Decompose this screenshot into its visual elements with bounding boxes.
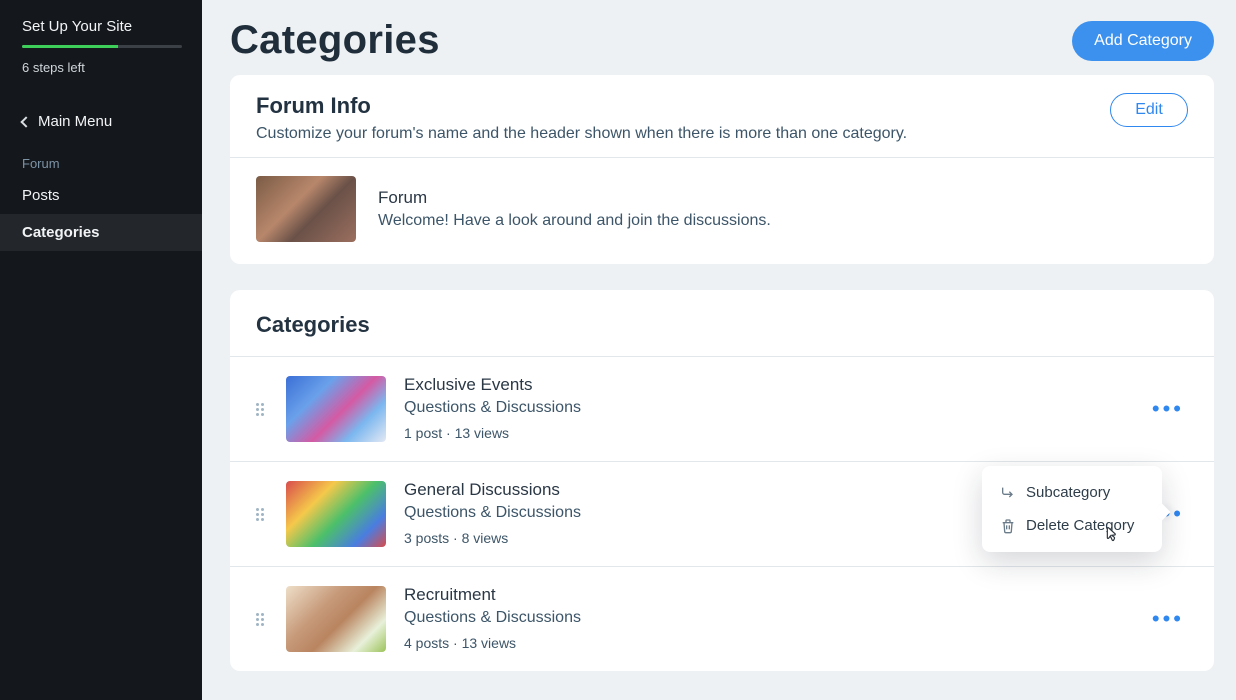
category-meta: 3 posts · 8 views	[404, 530, 508, 546]
categories-card: Categories Exclusive Events Questions & …	[230, 290, 1214, 671]
forum-info-sub: Customize your forum's name and the head…	[256, 125, 907, 143]
categories-list-head: Categories	[230, 290, 1214, 357]
trash-icon	[1000, 518, 1016, 534]
more-options-button[interactable]: •••	[1148, 600, 1188, 638]
category-meta: 4 posts · 13 views	[404, 635, 516, 651]
category-thumbnail	[286, 376, 386, 442]
category-row: General Discussions Questions & Discussi…	[230, 462, 1214, 567]
subcategory-arrow-icon	[1000, 485, 1016, 501]
edit-forum-info-button[interactable]: Edit	[1110, 93, 1188, 127]
forum-info-card: Forum Info Customize your forum's name a…	[230, 75, 1214, 264]
category-thumbnail	[286, 586, 386, 652]
main-content: Categories Add Category Forum Info Custo…	[202, 0, 1236, 700]
menu-item-label: Delete Category	[1026, 517, 1134, 534]
category-subtitle: Questions & Discussions	[404, 609, 1130, 627]
setup-progress	[22, 45, 182, 48]
setup-block: Set Up Your Site 6 steps left	[0, 18, 202, 91]
back-label: Main Menu	[38, 113, 112, 130]
categories-heading: Categories	[256, 312, 1188, 338]
menu-item-subcategory[interactable]: Subcategory	[988, 476, 1156, 509]
forum-thumbnail	[256, 176, 356, 242]
sidebar-item-categories[interactable]: Categories	[0, 214, 202, 251]
category-thumbnail	[286, 481, 386, 547]
category-subtitle: Questions & Discussions	[404, 399, 1130, 417]
setup-progress-fill	[22, 45, 118, 48]
setup-title[interactable]: Set Up Your Site	[22, 18, 182, 35]
page-title: Categories	[230, 18, 440, 63]
menu-item-label: Subcategory	[1026, 484, 1110, 501]
menu-item-delete-category[interactable]: Delete Category	[988, 509, 1156, 542]
drag-handle-icon[interactable]	[256, 400, 266, 418]
category-title[interactable]: Recruitment	[404, 585, 1130, 605]
page-header: Categories Add Category	[230, 18, 1214, 75]
category-row: Exclusive Events Questions & Discussions…	[230, 357, 1214, 462]
back-to-main-menu[interactable]: Main Menu	[0, 91, 202, 146]
more-options-button[interactable]: •••	[1148, 390, 1188, 428]
sidebar: Set Up Your Site 6 steps left Main Menu …	[0, 0, 202, 700]
forum-info-heading: Forum Info	[256, 93, 907, 119]
add-category-button[interactable]: Add Category	[1072, 21, 1214, 61]
forum-info-body: Forum Welcome! Have a look around and jo…	[230, 158, 1214, 264]
forum-description: Welcome! Have a look around and join the…	[378, 212, 771, 230]
category-text: Exclusive Events Questions & Discussions…	[404, 375, 1130, 443]
category-meta: 1 post · 13 views	[404, 425, 509, 441]
forum-info-head: Forum Info Customize your forum's name a…	[230, 75, 1214, 158]
category-title[interactable]: Exclusive Events	[404, 375, 1130, 395]
category-row: Recruitment Questions & Discussions 4 po…	[230, 567, 1214, 671]
setup-steps-left: 6 steps left	[22, 60, 182, 75]
category-text: Recruitment Questions & Discussions 4 po…	[404, 585, 1130, 653]
row-context-menu: Subcategory Delete Category	[982, 466, 1162, 552]
sidebar-section-label: Forum	[0, 146, 202, 177]
chevron-left-icon	[20, 116, 31, 127]
drag-handle-icon[interactable]	[256, 505, 266, 523]
sidebar-item-posts[interactable]: Posts	[0, 177, 202, 214]
drag-handle-icon[interactable]	[256, 610, 266, 628]
forum-name: Forum	[378, 188, 771, 208]
